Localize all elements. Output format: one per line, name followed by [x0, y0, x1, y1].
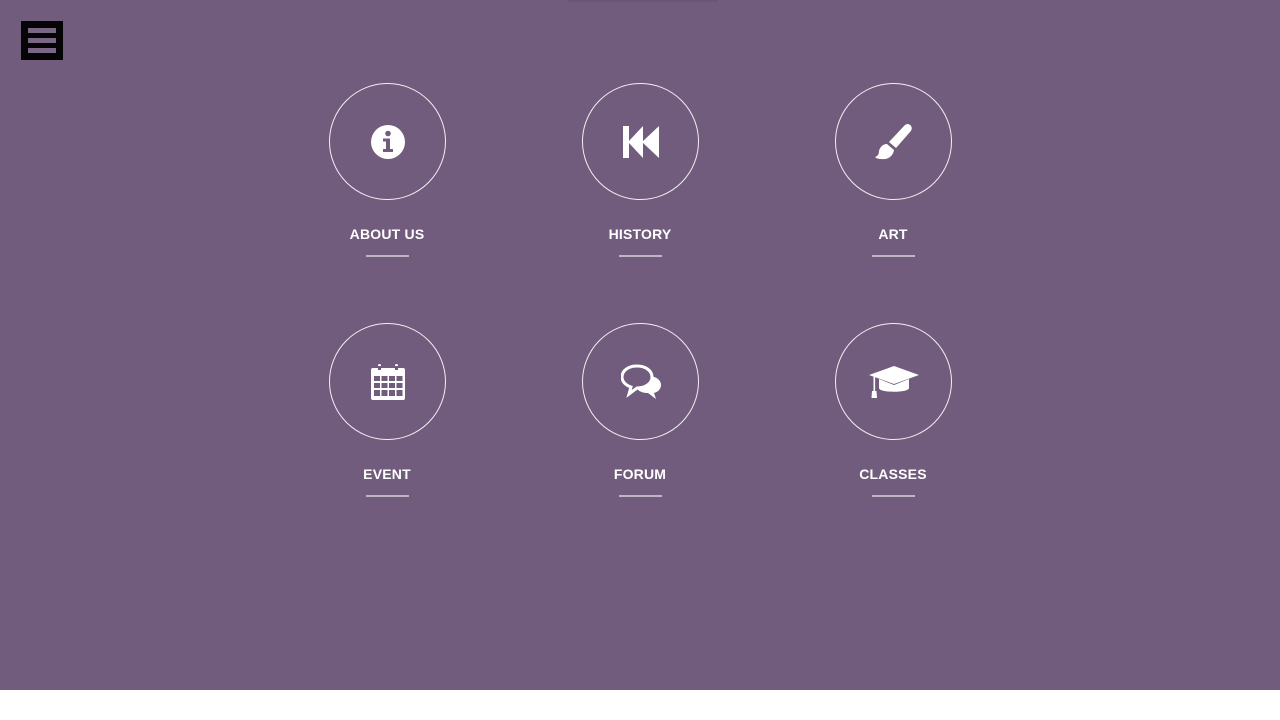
- tile-underline: [872, 255, 915, 257]
- nav-tile-art[interactable]: ART: [793, 83, 993, 273]
- tile-circle: [329, 83, 446, 200]
- nav-tile-classes[interactable]: CLASSES: [793, 323, 993, 513]
- nav-tile-history[interactable]: HISTORY: [540, 83, 740, 273]
- nav-tile-forum[interactable]: FORUM: [540, 323, 740, 513]
- tile-label-about-us: ABOUT US: [349, 226, 425, 242]
- tile-circle: [582, 323, 699, 440]
- chat-bubbles-icon: [620, 363, 661, 399]
- tile-circle: [582, 83, 699, 200]
- tile-circle: [329, 323, 446, 440]
- nav-tile-about-us[interactable]: ABOUT US: [287, 83, 487, 273]
- tile-circle: [835, 83, 952, 200]
- tile-underline: [619, 495, 662, 497]
- info-icon: [370, 124, 405, 159]
- top-edge-strip: [568, 0, 718, 2]
- tile-label-art: ART: [878, 226, 908, 242]
- menu-button[interactable]: [21, 21, 63, 60]
- page-background: ABOUT US HISTORY ART EVENT FORUM CLASSES: [0, 0, 1280, 690]
- tile-label-history: HISTORY: [608, 226, 672, 242]
- fast-backward-icon: [622, 125, 659, 158]
- tile-underline: [366, 495, 409, 497]
- tile-underline: [872, 495, 915, 497]
- tile-label-forum: FORUM: [613, 466, 667, 482]
- tile-underline: [619, 255, 662, 257]
- tile-underline: [366, 255, 409, 257]
- paintbrush-icon: [874, 123, 912, 159]
- tile-label-classes: CLASSES: [859, 466, 927, 482]
- nav-tile-event[interactable]: EVENT: [287, 323, 487, 513]
- tile-label-event: EVENT: [363, 466, 411, 482]
- tile-circle: [835, 323, 952, 440]
- graduation-cap-icon: [868, 365, 919, 398]
- calendar-icon: [370, 363, 405, 400]
